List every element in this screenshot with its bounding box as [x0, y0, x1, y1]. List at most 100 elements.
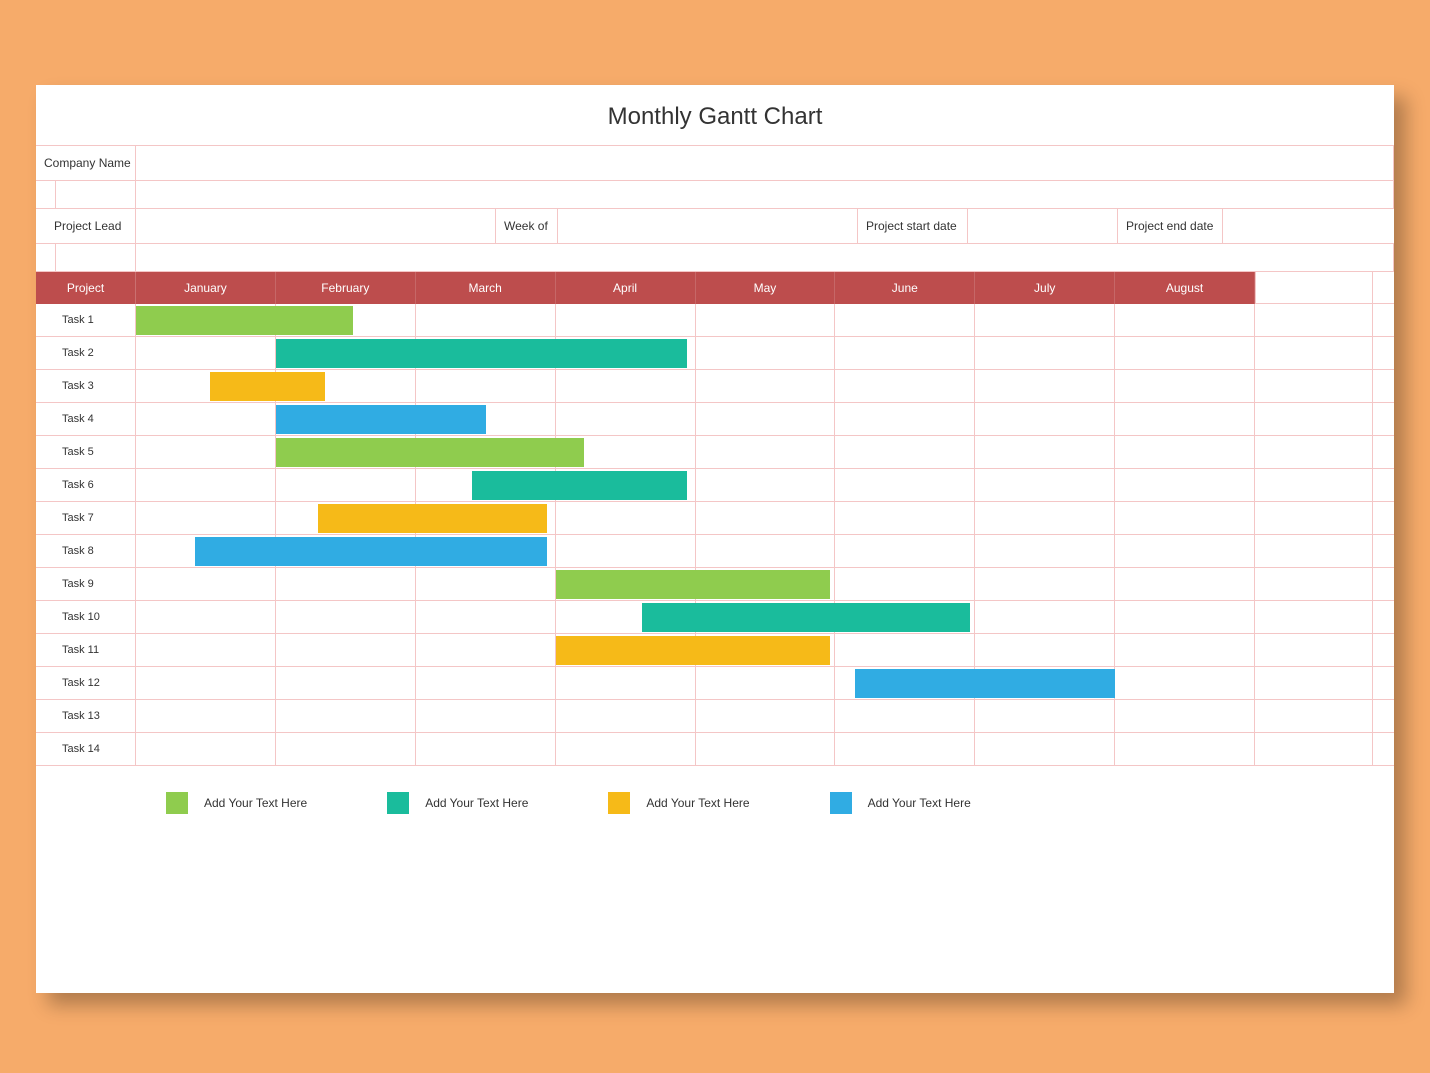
- month-cell[interactable]: [835, 634, 975, 666]
- month-cell[interactable]: [136, 469, 276, 501]
- month-cell[interactable]: [835, 304, 975, 336]
- row-tail-cell-2[interactable]: [1373, 667, 1394, 699]
- month-cell[interactable]: [835, 568, 975, 600]
- month-cell[interactable]: [696, 700, 836, 732]
- row-tail-cell[interactable]: [1255, 601, 1373, 633]
- month-cell[interactable]: [136, 337, 276, 369]
- month-cell[interactable]: [696, 667, 836, 699]
- month-cell[interactable]: [975, 700, 1115, 732]
- row-tail-cell[interactable]: [1255, 535, 1373, 567]
- month-cell[interactable]: [276, 469, 416, 501]
- month-cell[interactable]: [556, 667, 696, 699]
- gantt-bar[interactable]: [855, 669, 1115, 698]
- month-cell[interactable]: [1115, 436, 1255, 468]
- gantt-bar[interactable]: [195, 537, 547, 566]
- month-cell[interactable]: [416, 568, 556, 600]
- row-tail-cell-2[interactable]: [1373, 601, 1394, 633]
- month-cell[interactable]: [835, 370, 975, 402]
- month-cell[interactable]: [1115, 667, 1255, 699]
- month-cell[interactable]: [975, 568, 1115, 600]
- month-cell[interactable]: [136, 700, 276, 732]
- month-cell[interactable]: [696, 436, 836, 468]
- month-cell[interactable]: [136, 502, 276, 534]
- month-cell[interactable]: [835, 733, 975, 765]
- row-tail-cell[interactable]: [1255, 700, 1373, 732]
- month-cell[interactable]: [975, 733, 1115, 765]
- row-tail-cell[interactable]: [1255, 370, 1373, 402]
- month-cell[interactable]: [416, 304, 556, 336]
- month-cell[interactable]: [556, 502, 696, 534]
- row-tail-cell[interactable]: [1255, 403, 1373, 435]
- month-cell[interactable]: [136, 568, 276, 600]
- month-cell[interactable]: [1115, 634, 1255, 666]
- month-cell[interactable]: [975, 535, 1115, 567]
- month-cell[interactable]: [556, 403, 696, 435]
- row-tail-cell[interactable]: [1255, 469, 1373, 501]
- gantt-bar[interactable]: [556, 636, 830, 665]
- row-tail-cell[interactable]: [1255, 502, 1373, 534]
- gantt-bar[interactable]: [210, 372, 325, 401]
- month-cell[interactable]: [696, 733, 836, 765]
- row-tail-cell[interactable]: [1255, 733, 1373, 765]
- month-cell[interactable]: [1115, 304, 1255, 336]
- month-cell[interactable]: [416, 370, 556, 402]
- month-cell[interactable]: [1115, 337, 1255, 369]
- month-cell[interactable]: [136, 436, 276, 468]
- gantt-bar[interactable]: [642, 603, 969, 632]
- month-cell[interactable]: [975, 601, 1115, 633]
- month-cell[interactable]: [556, 733, 696, 765]
- month-cell[interactable]: [276, 733, 416, 765]
- month-cell[interactable]: [696, 502, 836, 534]
- row-tail-cell-2[interactable]: [1373, 568, 1394, 600]
- month-cell[interactable]: [835, 502, 975, 534]
- month-cell[interactable]: [416, 634, 556, 666]
- month-cell[interactable]: [1115, 733, 1255, 765]
- month-cell[interactable]: [1115, 403, 1255, 435]
- month-cell[interactable]: [136, 634, 276, 666]
- month-cell[interactable]: [556, 304, 696, 336]
- month-cell[interactable]: [1115, 370, 1255, 402]
- month-cell[interactable]: [975, 469, 1115, 501]
- row-tail-cell[interactable]: [1255, 337, 1373, 369]
- month-cell[interactable]: [975, 304, 1115, 336]
- month-cell[interactable]: [696, 304, 836, 336]
- month-cell[interactable]: [136, 733, 276, 765]
- row-tail-cell-2[interactable]: [1373, 337, 1394, 369]
- row-tail-cell-2[interactable]: [1373, 535, 1394, 567]
- month-cell[interactable]: [136, 667, 276, 699]
- month-cell[interactable]: [276, 667, 416, 699]
- month-cell[interactable]: [556, 535, 696, 567]
- row-tail-cell-2[interactable]: [1373, 469, 1394, 501]
- month-cell[interactable]: [136, 601, 276, 633]
- row-tail-cell[interactable]: [1255, 304, 1373, 336]
- project-lead-cell[interactable]: [136, 209, 496, 243]
- project-end-cell[interactable]: [1223, 209, 1394, 243]
- month-cell[interactable]: [1115, 502, 1255, 534]
- month-cell[interactable]: [696, 337, 836, 369]
- week-of-cell[interactable]: [558, 209, 858, 243]
- month-cell[interactable]: [975, 337, 1115, 369]
- month-cell[interactable]: [975, 403, 1115, 435]
- month-cell[interactable]: [835, 535, 975, 567]
- row-tail-cell-2[interactable]: [1373, 502, 1394, 534]
- row-tail-cell-2[interactable]: [1373, 634, 1394, 666]
- row-tail-cell[interactable]: [1255, 436, 1373, 468]
- month-cell[interactable]: [835, 700, 975, 732]
- gantt-bar[interactable]: [276, 438, 584, 467]
- project-start-cell[interactable]: [968, 209, 1118, 243]
- month-cell[interactable]: [416, 601, 556, 633]
- row-tail-cell-2[interactable]: [1373, 733, 1394, 765]
- row-tail-cell[interactable]: [1255, 634, 1373, 666]
- month-cell[interactable]: [835, 436, 975, 468]
- month-cell[interactable]: [696, 370, 836, 402]
- month-cell[interactable]: [835, 403, 975, 435]
- row-tail-cell-2[interactable]: [1373, 403, 1394, 435]
- row-tail-cell[interactable]: [1255, 667, 1373, 699]
- month-cell[interactable]: [696, 535, 836, 567]
- gantt-bar[interactable]: [276, 339, 687, 368]
- month-cell[interactable]: [975, 436, 1115, 468]
- month-cell[interactable]: [835, 469, 975, 501]
- month-cell[interactable]: [276, 634, 416, 666]
- month-cell[interactable]: [276, 700, 416, 732]
- month-cell[interactable]: [835, 337, 975, 369]
